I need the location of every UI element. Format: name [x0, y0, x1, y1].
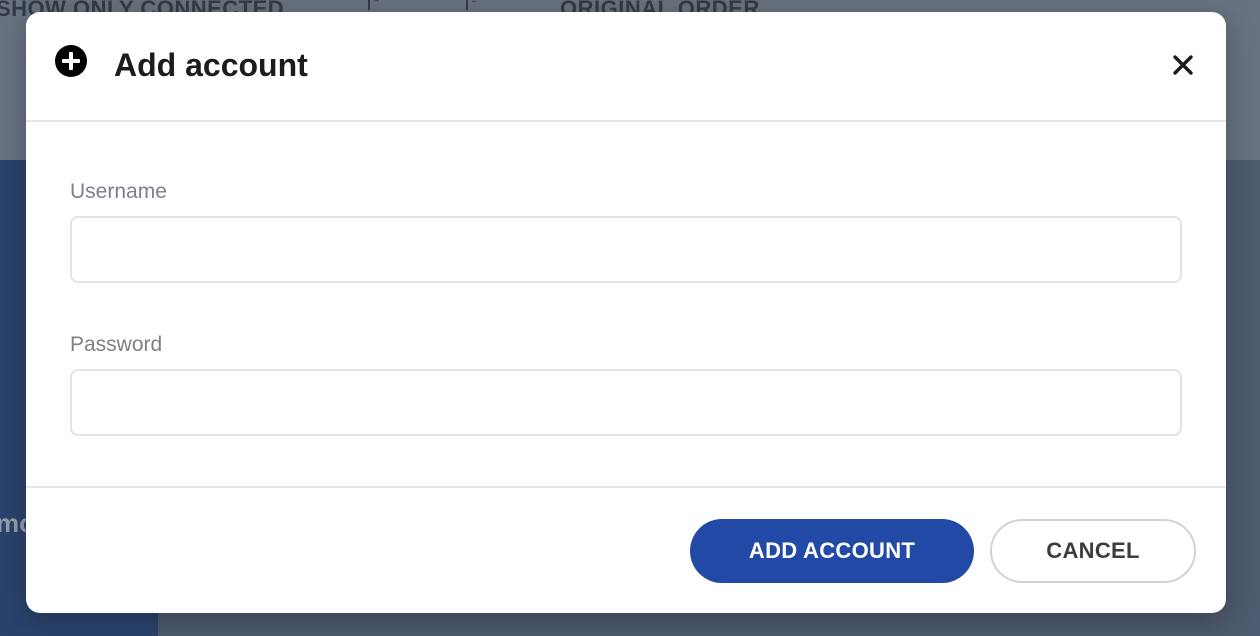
- dialog-header: Add account: [26, 12, 1226, 122]
- username-label: Username: [70, 180, 167, 203]
- add-account-dialog: Add account Username Password ADD ACCOUN…: [26, 12, 1226, 613]
- close-icon: [1172, 54, 1194, 81]
- plus-circle-icon: [55, 45, 87, 77]
- username-input[interactable]: [70, 216, 1182, 283]
- cancel-button[interactable]: CANCEL: [990, 519, 1196, 583]
- add-account-button[interactable]: ADD ACCOUNT: [690, 519, 974, 583]
- dialog-title: Add account: [114, 47, 308, 83]
- close-button[interactable]: [1164, 48, 1202, 86]
- dialog-body: Username Password: [26, 122, 1226, 486]
- password-input[interactable]: [70, 369, 1182, 436]
- password-label: Password: [70, 333, 163, 356]
- dialog-footer: ADD ACCOUNT CANCEL: [26, 486, 1226, 613]
